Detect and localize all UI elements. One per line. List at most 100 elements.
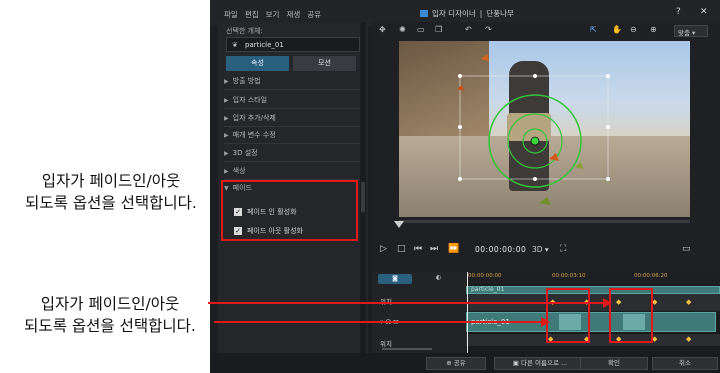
window-title: 입자 디자이너 | 단풍나무 xyxy=(420,8,514,19)
callout-fade-options-box xyxy=(221,180,358,241)
clip-top[interactable]: particle_01 xyxy=(466,286,720,294)
zoom-out-icon[interactable]: ⊖ xyxy=(630,25,637,34)
save-as-button[interactable]: ▣ 다른 이름으로 ... xyxy=(494,357,586,370)
display-mode-icon[interactable]: ▭ xyxy=(682,244,691,254)
track-label-top: 위치 xyxy=(380,296,392,306)
menu-share[interactable]: 공유 xyxy=(307,9,321,20)
fast-forward-icon[interactable]: ⏩ xyxy=(448,244,459,254)
section-color[interactable]: ▶ 색상 xyxy=(224,163,364,180)
next-frame-icon[interactable]: ⏭ xyxy=(430,244,438,254)
menu-items: 파일 편집 보기 재생 공유 xyxy=(224,9,321,20)
chevron-right-icon: ▶ xyxy=(224,150,229,157)
resize-handle[interactable] xyxy=(458,74,462,78)
timeline-ruler[interactable]: 00:00:00:00 00:00:03:10 00:00:06:20 xyxy=(466,272,720,284)
cancel-button[interactable]: 취소 xyxy=(652,357,718,370)
track-label-bottom: 위치 xyxy=(380,340,392,348)
callout-fade-out-box xyxy=(609,288,653,343)
ok-button[interactable]: 확인 xyxy=(580,357,648,370)
selected-object-value: particle_01 xyxy=(245,41,284,49)
bounding-box[interactable] xyxy=(459,75,609,180)
undo-icon[interactable]: ↶ xyxy=(465,25,472,34)
close-button[interactable]: ✕ xyxy=(700,7,708,17)
section-modify-parameters[interactable]: ▶ 매개 변수 수정 xyxy=(224,127,364,144)
resize-handle[interactable] xyxy=(606,177,610,181)
menu-edit[interactable]: 편집 xyxy=(245,9,259,20)
chevron-right-icon: ▶ xyxy=(224,168,229,175)
resize-handle[interactable] xyxy=(606,125,610,129)
selected-object-label: 선택한 개체: xyxy=(226,27,263,35)
menu-playback[interactable]: 재생 xyxy=(286,9,300,20)
timeline-track-headers: ◙ ◐ 위치 ▾ ☊ ✉ 위치 xyxy=(372,272,466,353)
section-add-remove-particles[interactable]: ▶ 입자 추가/삭제 xyxy=(224,110,364,127)
keyframe-toggle-icon[interactable]: ◐ xyxy=(436,274,441,281)
text-box-icon[interactable]: ▭ xyxy=(417,25,425,34)
ruler-tick: 00:00:03:10 xyxy=(552,273,586,279)
keyframe-marker[interactable]: ◆ xyxy=(686,298,691,306)
section-3d-settings[interactable]: ▶ 3D 설정 xyxy=(224,145,364,162)
move-object-icon[interactable]: ✥ xyxy=(379,25,386,34)
track-zoom-slider[interactable] xyxy=(382,348,432,350)
footer-bar: ⊕ 공유 ▣ 다른 이름으로 ... 확인 취소 xyxy=(210,353,720,373)
window-title-project: 단풍나무 xyxy=(486,9,514,18)
keyframe-marker[interactable]: ◆ xyxy=(686,335,691,343)
section-label: 방출 방법 xyxy=(232,77,261,85)
play-icon[interactable]: ▷ xyxy=(380,244,387,254)
annotation-bottom-line1: 입자가 페이드인/아웃 xyxy=(40,295,180,313)
3d-mode-button[interactable]: 3D ▾ xyxy=(532,245,549,254)
maple-leaf-particle xyxy=(549,153,559,161)
3d-mode-label: 3D xyxy=(532,245,543,254)
window-title-text: 입자 디자이너 xyxy=(432,9,476,18)
save-as-label: 다른 이름으로 ... xyxy=(521,359,568,367)
resize-handle[interactable] xyxy=(606,74,610,78)
playback-controls: ▷ □ ⏮ ⏭ ⏩ 00:00:00:00 3D ▾ ⛶ ▭ xyxy=(372,242,720,258)
select-tool-icon[interactable]: ⇱ xyxy=(590,25,597,34)
share-button[interactable]: ⊕ 공유 xyxy=(426,357,486,370)
callout-arrow-line-top xyxy=(208,302,603,304)
menu-file[interactable]: 파일 xyxy=(224,9,238,20)
annotation-top-line2: 되도록 옵션을 선택합니다. xyxy=(25,194,197,212)
resize-handle[interactable] xyxy=(533,177,537,181)
fullscreen-icon[interactable]: ⛶ xyxy=(560,244,566,254)
section-label: 3D 설정 xyxy=(232,149,258,157)
help-button[interactable]: ? xyxy=(676,7,681,17)
zoom-in-icon[interactable]: ⊕ xyxy=(650,25,657,34)
ruler-tick: 00:00:00:00 xyxy=(468,273,502,279)
callout-fade-in-box xyxy=(546,288,590,343)
video-preview[interactable] xyxy=(399,41,690,217)
emitter-overlay xyxy=(457,54,610,205)
emitter-center-handle[interactable] xyxy=(530,136,540,146)
section-label: 색상 xyxy=(232,167,246,175)
resize-handle[interactable] xyxy=(533,74,537,78)
annotation-top: 입자가 페이드인/아웃 되도록 옵션을 선택합니다. xyxy=(14,170,208,214)
emitter-icon[interactable]: ✺ xyxy=(399,25,406,34)
resize-handle[interactable] xyxy=(458,125,462,129)
callout-arrow-line-bottom xyxy=(214,321,542,323)
selected-object-field[interactable]: ❦ particle_01 xyxy=(226,37,360,52)
section-label: 입자 스타일 xyxy=(232,96,268,104)
scrollbar-thumb[interactable] xyxy=(361,182,365,212)
tab-motion[interactable]: 모션 xyxy=(293,56,356,71)
resize-handle[interactable] xyxy=(458,177,462,181)
stop-icon[interactable]: □ xyxy=(397,244,406,254)
chevron-right-icon: ▶ xyxy=(224,78,229,85)
menu-view[interactable]: 보기 xyxy=(266,9,280,20)
hand-tool-icon[interactable]: ✋ xyxy=(612,25,622,34)
share-icon: ⊕ xyxy=(446,359,454,367)
timeline-view-toggle[interactable]: ◙ xyxy=(378,274,412,284)
tab-properties[interactable]: 속성 xyxy=(226,56,289,71)
playhead[interactable] xyxy=(467,272,468,353)
chevron-right-icon: ▶ xyxy=(224,132,229,139)
preview-toolbar: ✥ ✺ ▭ ❐ ↶ ↷ ⇱ ✋ ⊖ ⊕ 맞춤 ▾ xyxy=(372,22,720,40)
timecode-display: 00:00:00:00 xyxy=(475,245,527,254)
previous-frame-icon[interactable]: ⏮ xyxy=(414,244,422,254)
section-particle-style[interactable]: ▶ 입자 스타일 xyxy=(224,92,364,109)
callout-arrowhead-top xyxy=(603,298,612,308)
zoom-select[interactable]: 맞춤 ▾ xyxy=(674,25,708,37)
scrub-handle[interactable] xyxy=(394,221,404,228)
stack-icon[interactable]: ❐ xyxy=(435,25,442,34)
redo-icon[interactable]: ↷ xyxy=(485,25,492,34)
section-label: 매개 변수 수정 xyxy=(232,131,276,139)
section-emit-method[interactable]: ▶ 방출 방법 xyxy=(224,73,364,90)
save-icon: ▣ xyxy=(512,359,521,367)
preview-scrub-bar[interactable] xyxy=(399,220,690,223)
